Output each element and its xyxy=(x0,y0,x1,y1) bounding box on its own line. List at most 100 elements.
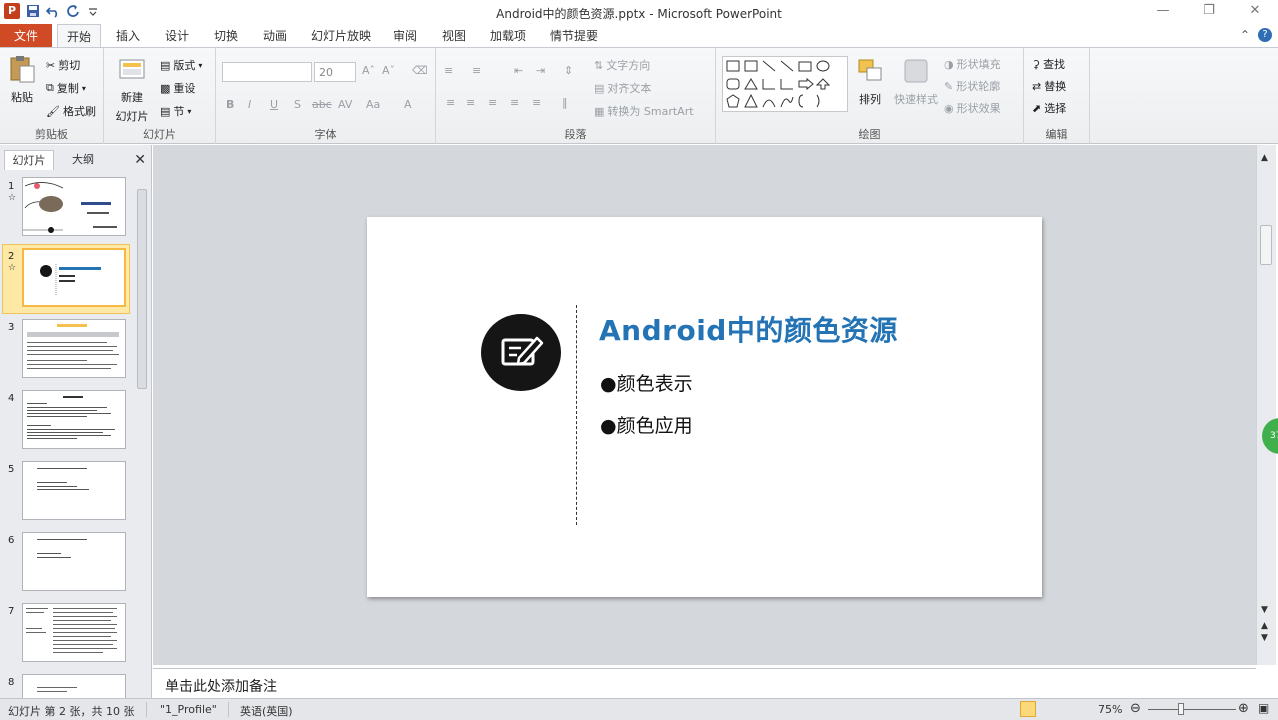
fit-to-window-icon[interactable]: ▣ xyxy=(1258,701,1269,715)
replace-button[interactable]: ⇄ 替换 xyxy=(1032,78,1066,94)
distributed-button[interactable]: ≡ xyxy=(532,96,541,109)
paste-button[interactable]: 粘贴 xyxy=(6,54,38,105)
theme-status[interactable]: "1_Profile" xyxy=(160,703,217,716)
font-name-combo[interactable] xyxy=(222,62,312,82)
slide-sorter-view-icon[interactable] xyxy=(1038,701,1054,717)
text-direction-button[interactable]: ⇅ 文字方向 xyxy=(594,57,650,73)
tab-transitions[interactable]: 切换 xyxy=(204,24,248,48)
slide-bullet[interactable]: ●颜色应用 xyxy=(600,411,693,438)
layout-button[interactable]: ▤ 版式 ▾ xyxy=(160,57,202,73)
clear-format-button[interactable]: ⌫ xyxy=(412,64,428,77)
italic-button[interactable]: I xyxy=(248,98,251,111)
tab-outline[interactable]: 大纲 xyxy=(58,150,108,170)
grow-font-button[interactable]: Aˆ xyxy=(362,64,375,77)
shadow-button[interactable]: S xyxy=(294,98,301,111)
find-button[interactable]: ⚳ 查找 xyxy=(1032,56,1065,72)
arrange-button[interactable]: 排列 xyxy=(852,56,888,107)
notes-pane[interactable]: 单击此处添加备注 xyxy=(153,668,1256,698)
align-right-button[interactable]: ≡ xyxy=(488,96,497,109)
reset-button[interactable]: ▩ 重设 xyxy=(160,80,195,96)
tab-animations[interactable]: 动画 xyxy=(253,24,297,48)
tab-design[interactable]: 设计 xyxy=(155,24,199,48)
bold-button[interactable]: B xyxy=(226,98,234,111)
align-left-button[interactable]: ≡ xyxy=(446,96,455,109)
slide-bullet[interactable]: ●颜色表示 xyxy=(600,369,693,396)
slide-thumbnail[interactable] xyxy=(22,674,126,698)
shape-effects-label: 形状效果 xyxy=(956,102,1001,115)
align-text-button[interactable]: ▤ 对齐文本 xyxy=(594,80,651,96)
copy-button[interactable]: ⧉ 复制 ▾ xyxy=(46,80,86,96)
scroll-up-icon[interactable]: ▲ xyxy=(1261,153,1268,163)
zoom-level[interactable]: 75% xyxy=(1098,703,1122,716)
numbering-button[interactable]: ≡ xyxy=(472,64,481,77)
shape-fill-button[interactable]: ◑ 形状填充 xyxy=(944,56,1001,72)
zoom-slider[interactable] xyxy=(1148,709,1236,710)
zoom-slider-knob[interactable] xyxy=(1178,703,1185,715)
increase-indent-button[interactable]: ⇥ xyxy=(536,64,545,77)
tab-slideshow[interactable]: 幻灯片放映 xyxy=(305,24,377,48)
close-pane-icon[interactable]: ✕ xyxy=(134,152,146,168)
minimize-ribbon-icon[interactable]: ⌃ xyxy=(1240,28,1250,42)
language-status[interactable]: 英语(英国) xyxy=(240,703,293,719)
font-color-button[interactable]: A xyxy=(404,98,412,111)
quick-styles-button[interactable]: 快速样式 xyxy=(892,56,940,107)
previous-slide-icon[interactable]: ▲ xyxy=(1261,621,1268,631)
slide-thumbnail[interactable] xyxy=(22,461,126,520)
help-icon[interactable]: ? xyxy=(1258,28,1272,42)
cut-button[interactable]: ✂ 剪切 xyxy=(46,57,80,73)
next-slide-icon[interactable]: ▼ xyxy=(1261,633,1268,643)
slide-canvas[interactable]: Android中的颜色资源 ●颜色表示 ●颜色应用 xyxy=(367,217,1042,597)
slide-thumbnail[interactable] xyxy=(22,390,126,449)
slide-thumbnail[interactable] xyxy=(22,603,126,662)
tab-insert[interactable]: 插入 xyxy=(106,24,150,48)
new-slide-button[interactable]: 新建 幻灯片 xyxy=(110,54,154,124)
slide-thumbnail[interactable] xyxy=(22,532,126,591)
shape-effects-button[interactable]: ◉ 形状效果 xyxy=(944,100,1001,116)
zoom-in-icon[interactable]: ⊕ xyxy=(1238,701,1249,716)
transition-star-icon: ☆ xyxy=(8,263,17,273)
decrease-indent-button[interactable]: ⇤ xyxy=(514,64,523,77)
convert-smartart-button[interactable]: ▦ 转换为 SmartArt xyxy=(594,103,694,119)
slideshow-view-icon[interactable] xyxy=(1074,701,1090,717)
close-window-icon[interactable]: ✕ xyxy=(1232,0,1278,22)
format-painter-button[interactable]: 🖌 格式刷 xyxy=(46,103,96,119)
tab-storyboarding[interactable]: 情节提要 xyxy=(541,24,607,48)
slides-pane-scrollbar[interactable] xyxy=(135,173,149,698)
scrollbar-thumb[interactable] xyxy=(1260,225,1272,265)
reading-view-icon[interactable] xyxy=(1056,701,1072,717)
slide-thumbnail[interactable] xyxy=(22,319,126,378)
line-spacing-button[interactable]: ⇕ xyxy=(564,64,573,77)
minimize-icon[interactable]: — xyxy=(1140,0,1186,22)
zoom-out-icon[interactable]: ⊖ xyxy=(1130,701,1141,716)
slide-thumbnail[interactable] xyxy=(22,177,126,236)
columns-button[interactable]: ‖ xyxy=(562,96,568,109)
slide-thumbnail-selected[interactable] xyxy=(22,248,126,307)
shapes-gallery[interactable] xyxy=(722,56,848,112)
tab-review[interactable]: 审阅 xyxy=(383,24,427,48)
tab-view[interactable]: 视图 xyxy=(432,24,476,48)
shrink-font-button[interactable]: Aˇ xyxy=(382,64,395,77)
bullets-button[interactable]: ≡ xyxy=(444,64,453,77)
align-center-button[interactable]: ≡ xyxy=(466,96,475,109)
change-case-button[interactable]: Aa xyxy=(366,98,380,111)
justify-button[interactable]: ≡ xyxy=(510,96,519,109)
slide-title[interactable]: Android中的颜色资源 xyxy=(599,309,898,349)
chevron-down-icon: ▾ xyxy=(198,60,203,70)
section-button[interactable]: ▤ 节 ▾ xyxy=(160,103,191,119)
font-size-combo[interactable]: 20 xyxy=(314,62,356,82)
char-spacing-button[interactable]: AV xyxy=(338,98,352,111)
scrollbar-thumb[interactable] xyxy=(137,189,147,389)
slide-vertical-scrollbar[interactable]: ▲ ▼ ▲ ▼ xyxy=(1256,145,1276,665)
tab-home[interactable]: 开始 xyxy=(57,24,101,48)
group-font: 20 Aˆ Aˇ ⌫ B I U S abc AV Aa A 字体 xyxy=(216,48,436,144)
normal-view-icon[interactable] xyxy=(1020,701,1036,717)
restore-icon[interactable]: ❐ xyxy=(1186,0,1232,22)
select-button[interactable]: ⬈ 选择 xyxy=(1032,100,1066,116)
strikethrough-button[interactable]: abc xyxy=(312,98,332,111)
tab-addins[interactable]: 加载项 xyxy=(481,24,535,48)
shape-outline-button[interactable]: ✎ 形状轮廓 xyxy=(944,78,1000,94)
tab-file[interactable]: 文件 xyxy=(0,24,52,48)
tab-slides[interactable]: 幻灯片 xyxy=(4,150,54,170)
scroll-down-icon[interactable]: ▼ xyxy=(1261,605,1268,615)
underline-button[interactable]: U xyxy=(270,98,278,111)
